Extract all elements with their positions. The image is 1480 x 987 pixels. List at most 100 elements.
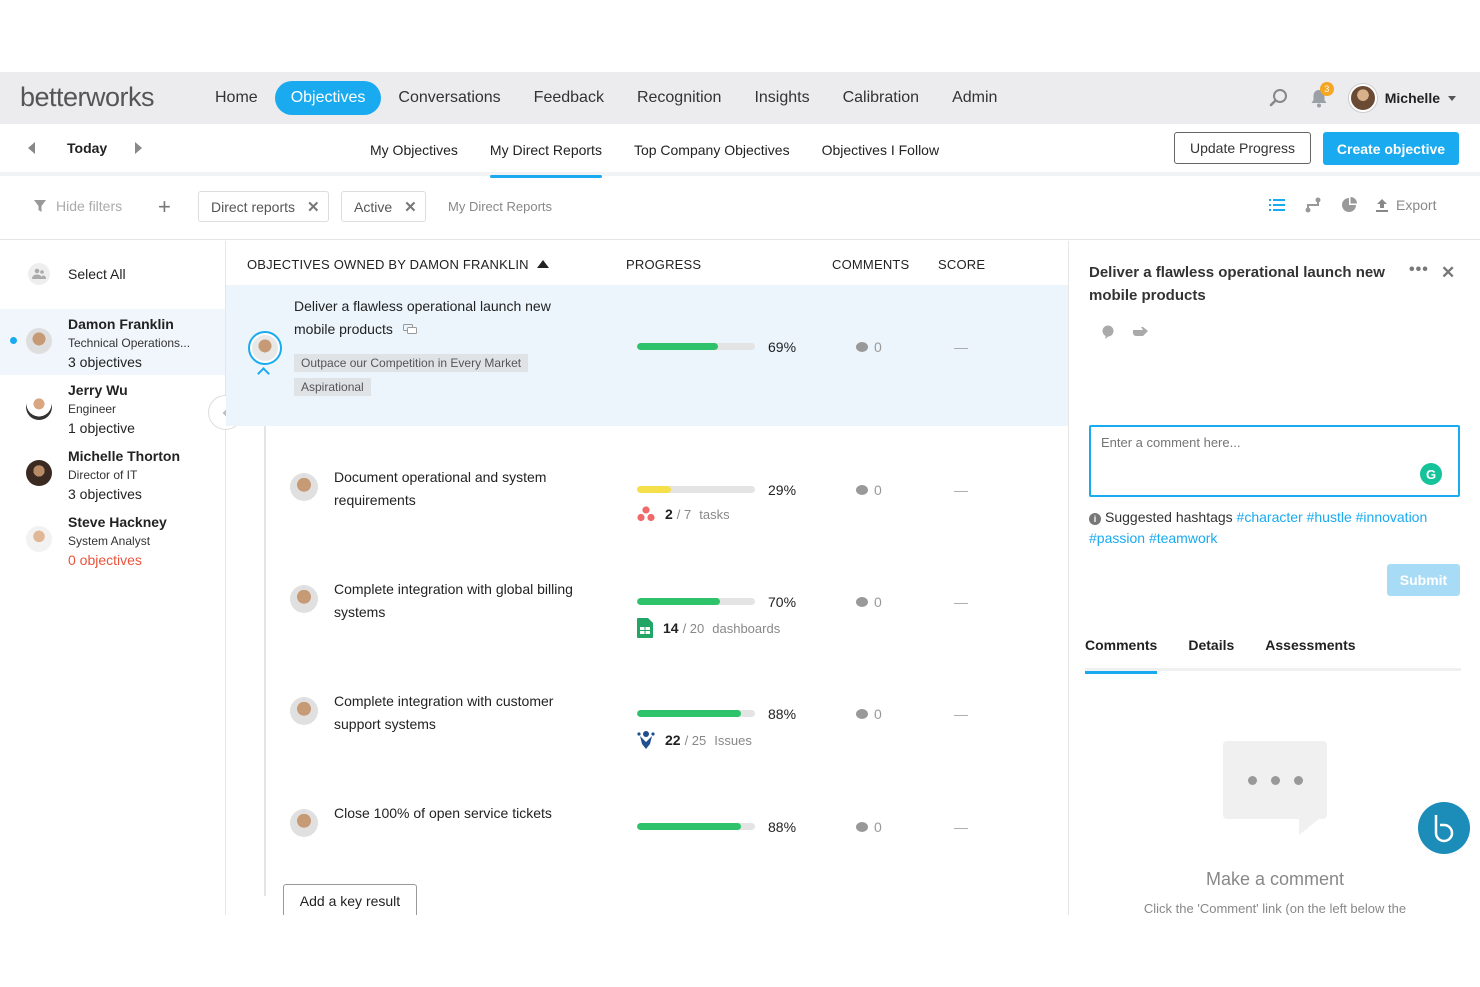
tab-details[interactable]: Details (1173, 625, 1249, 671)
filter-chip-active[interactable]: Active ✕ (341, 191, 426, 222)
nav-calibration[interactable]: Calibration (827, 81, 935, 115)
person-role: Technical Operations... (68, 336, 191, 350)
key-result-row[interactable]: Complete integration with global billing… (226, 538, 1068, 650)
filter-chip-direct-reports[interactable]: Direct reports ✕ (198, 191, 329, 222)
objective-tag[interactable]: Outpace our Competition in Every Market (294, 354, 529, 372)
person-role: Engineer (68, 402, 117, 416)
hashtag-link[interactable]: #passion (1089, 530, 1145, 546)
add-filter-icon[interactable]: + (158, 194, 171, 220)
key-result-row[interactable]: Document operational and system requirem… (226, 426, 1068, 538)
key-result-title[interactable]: Close 100% of open service tickets (334, 802, 604, 825)
nav-conversations[interactable]: Conversations (382, 81, 516, 115)
objective-title[interactable]: Deliver a flawless operational launch ne… (294, 295, 594, 341)
person-steve-hackney[interactable]: Steve Hackney System Analyst 0 objective… (0, 507, 225, 573)
hashtag-link[interactable]: #innovation (1356, 509, 1428, 525)
key-result-comments[interactable]: 0 (856, 819, 882, 835)
speech-tail (1299, 819, 1319, 835)
person-michelle-thorton[interactable]: Michelle Thorton Director of IT 3 object… (0, 441, 225, 507)
empty-comments-icon (1223, 741, 1327, 819)
person-objective-count: 0 objectives (68, 552, 142, 568)
previous-period-icon[interactable] (28, 142, 35, 154)
hashtag-link[interactable]: #character (1237, 509, 1303, 525)
search-icon[interactable] (1267, 86, 1291, 110)
nav-recognition[interactable]: Recognition (621, 81, 738, 115)
user-menu[interactable]: Michelle (1348, 84, 1456, 112)
objective-tag[interactable]: Aspirational (294, 378, 371, 396)
comment-count: 0 (874, 339, 882, 355)
submit-button[interactable]: Submit (1387, 564, 1460, 596)
tab-my-direct-reports[interactable]: My Direct Reports (474, 124, 618, 178)
person-jerry-wu[interactable]: Jerry Wu Engineer 1 objective (0, 375, 225, 441)
key-result-comments[interactable]: 0 (856, 482, 882, 498)
like-icon[interactable] (1101, 325, 1115, 342)
chat-assistant-button[interactable] (1418, 802, 1470, 854)
key-result-row[interactable]: Complete integration with customer suppo… (226, 650, 1068, 762)
tab-objectives-i-follow[interactable]: Objectives I Follow (806, 124, 955, 176)
key-result-title[interactable]: Document operational and system requirem… (334, 466, 604, 512)
more-options-icon[interactable]: ••• (1409, 261, 1429, 279)
nav-objectives[interactable]: Objectives (274, 81, 382, 115)
nav-insights[interactable]: Insights (738, 81, 825, 115)
column-header-owner[interactable]: OBJECTIVES OWNED BY DAMON FRANKLIN (247, 257, 549, 272)
remove-filter-icon[interactable]: ✕ (307, 198, 320, 216)
top-nav: betterworks Home Objectives Conversation… (0, 72, 1480, 124)
update-progress-button[interactable]: Update Progress (1174, 132, 1311, 164)
key-result-progress-bar (637, 598, 755, 605)
filter-icon (34, 199, 46, 212)
comment-count: 0 (874, 819, 882, 835)
nav-admin[interactable]: Admin (936, 81, 1013, 115)
comment-input[interactable] (1101, 435, 1401, 450)
avatar (26, 328, 52, 354)
export-button[interactable]: Export (1376, 197, 1436, 213)
objective-comments[interactable]: 0 (856, 339, 882, 355)
objective-row[interactable]: Deliver a flawless operational launch ne… (226, 285, 1068, 426)
direct-reports-panel: Select All Damon Franklin Technical Oper… (0, 241, 226, 915)
pie-view-icon[interactable] (1340, 194, 1358, 216)
key-result-metric: 22 / 25 Issues (637, 730, 752, 750)
grammarly-icon[interactable]: G (1420, 463, 1442, 485)
hide-filters-toggle[interactable]: Hide filters (34, 198, 122, 214)
metric-current: 14 (663, 620, 679, 636)
logo[interactable]: betterworks (20, 82, 155, 113)
notifications-badge: 3 (1319, 82, 1334, 96)
betterworks-b-icon (1434, 815, 1454, 843)
alignment-view-icon[interactable] (1304, 194, 1322, 216)
nav-feedback[interactable]: Feedback (518, 81, 620, 115)
collapse-chevron-icon[interactable] (257, 367, 270, 380)
remove-filter-icon[interactable]: ✕ (404, 198, 417, 216)
select-all-label: Select All (68, 266, 126, 282)
key-result-progress-bar (637, 710, 755, 717)
hashtag-link[interactable]: #teamwork (1149, 530, 1217, 546)
key-result-score: — (954, 482, 968, 498)
select-all[interactable]: Select All (28, 263, 126, 285)
objective-score: — (954, 339, 968, 355)
key-result-metric: 14 / 20 dashboards (637, 618, 780, 638)
add-key-result-button[interactable]: Add a key result (283, 884, 417, 915)
comments-link-icon[interactable] (402, 324, 417, 335)
objectives-table: OBJECTIVES OWNED BY DAMON FRANKLIN PROGR… (226, 241, 1068, 915)
person-damon-franklin[interactable]: Damon Franklin Technical Operations... 3… (0, 309, 225, 375)
tab-my-objectives[interactable]: My Objectives (354, 124, 474, 176)
key-result-row[interactable]: Close 100% of open service tickets 88% 0… (226, 762, 1068, 874)
pointing-hand-icon[interactable] (1133, 325, 1149, 342)
key-result-comments[interactable]: 0 (856, 706, 882, 722)
key-result-metric: 2 / 7 tasks (637, 506, 730, 522)
create-objective-button[interactable]: Create objective (1323, 132, 1459, 165)
person-role: Director of IT (68, 468, 138, 482)
key-result-comments[interactable]: 0 (856, 594, 882, 610)
nav-home[interactable]: Home (199, 81, 274, 115)
next-period-icon[interactable] (135, 142, 143, 154)
key-result-title[interactable]: Complete integration with customer suppo… (334, 690, 604, 736)
hashtag-link[interactable]: #hustle (1307, 509, 1352, 525)
tab-assessments[interactable]: Assessments (1250, 625, 1370, 671)
tab-top-company-objectives[interactable]: Top Company Objectives (618, 124, 806, 176)
notifications-bell-icon[interactable]: 3 (1307, 82, 1334, 110)
close-icon[interactable]: ✕ (1441, 263, 1455, 283)
person-objective-count: 3 objectives (68, 354, 142, 370)
tab-comments[interactable]: Comments (1085, 625, 1172, 674)
list-view-icon[interactable] (1268, 194, 1286, 216)
info-icon: i (1089, 513, 1101, 525)
sub-nav: Today My Objectives My Direct Reports To… (0, 124, 1480, 178)
key-result-title[interactable]: Complete integration with global billing… (334, 578, 604, 624)
key-result-score: — (954, 706, 968, 722)
